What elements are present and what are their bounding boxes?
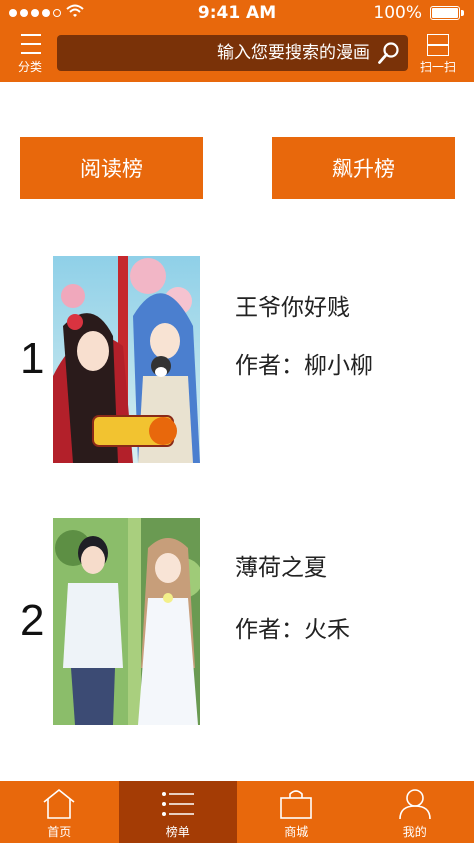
ranking-item-1[interactable]: 1 王爷你好贱 作者：柳小柳 <box>0 256 474 466</box>
comic-author: 作者：柳小柳 <box>235 353 373 379</box>
battery-icon <box>430 6 464 20</box>
user-icon <box>398 789 431 820</box>
category-button[interactable]: 分类 <box>10 32 50 76</box>
comic-cover-image[interactable] <box>53 518 200 725</box>
nav-mine[interactable]: 我的 <box>356 781 474 843</box>
search-bar[interactable] <box>57 35 408 71</box>
nav-label: 榜单 <box>165 825 190 839</box>
category-label: 分类 <box>17 60 42 74</box>
comic-cover-image[interactable] <box>53 256 200 463</box>
ranking-item-2[interactable]: 2 薄荷之夏 作者：火禾 <box>0 518 474 728</box>
nav-label: 首页 <box>47 825 72 839</box>
search-icon[interactable] <box>377 41 401 65</box>
shopping-bag-icon <box>280 790 313 819</box>
search-input[interactable] <box>65 35 370 71</box>
home-icon <box>43 788 75 819</box>
tab-read-ranking[interactable]: 阅读榜 <box>20 137 203 199</box>
comic-title: 薄荷之夏 <box>235 555 327 581</box>
comic-author: 作者：火禾 <box>235 617 350 643</box>
bottom-nav: 首页 榜单 商城 我的 <box>0 781 474 843</box>
nav-label: 商城 <box>284 825 309 839</box>
app-header: 9:41 AM 100% 分类 扫一扫 <box>0 0 474 82</box>
menu-icon <box>21 34 41 54</box>
scan-button[interactable]: 扫一扫 <box>416 32 460 76</box>
scan-label: 扫一扫 <box>419 60 456 74</box>
nav-ranking[interactable]: 榜单 <box>118 781 237 843</box>
nav-label: 我的 <box>402 825 427 839</box>
list-icon <box>161 792 194 816</box>
tab-rising-ranking[interactable]: 飙升榜 <box>272 137 455 199</box>
rank-number: 2 <box>20 596 45 645</box>
scan-icon <box>427 34 449 56</box>
rank-number: 1 <box>20 334 45 383</box>
status-bar: 9:41 AM 100% <box>0 0 474 26</box>
nav-shop[interactable]: 商城 <box>237 781 356 843</box>
comic-title: 王爷你好贱 <box>235 295 350 321</box>
battery-percent: 100% <box>373 3 422 23</box>
nav-home[interactable]: 首页 <box>0 781 119 843</box>
